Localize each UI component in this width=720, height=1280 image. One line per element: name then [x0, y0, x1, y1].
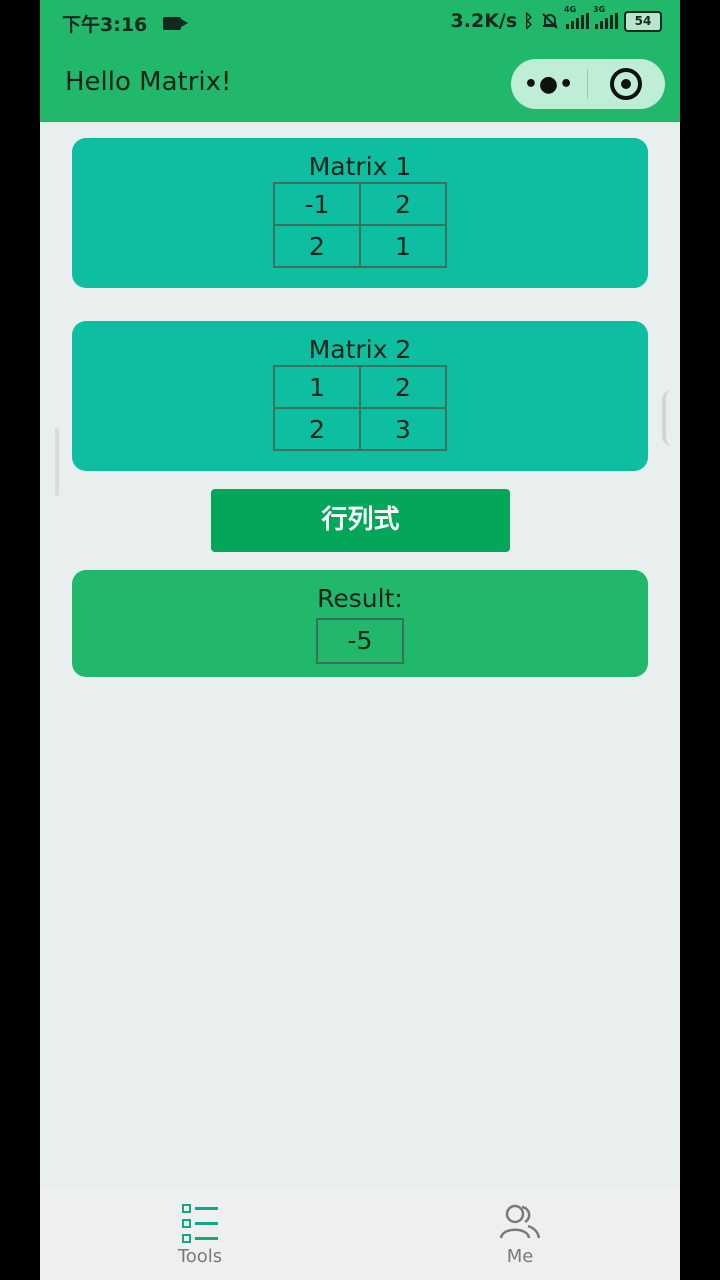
phone-screen: 下午3:16 3.2K/s ᛒ 4G 3G 54 Hello Matrix! •…: [40, 0, 680, 1280]
network-type-1: 4G: [564, 5, 577, 14]
tab-tools-label: Tools: [177, 1246, 223, 1267]
status-time: 下午3:16: [62, 14, 148, 36]
status-bar: 下午3:16 3.2K/s ᛒ 4G 3G 54: [40, 0, 680, 44]
people-icon: [499, 1204, 541, 1239]
determinant-button[interactable]: 行列式: [211, 489, 510, 552]
edge-swipe-handle[interactable]: [662, 390, 676, 446]
matrix-1-card: Matrix 1 -1 2 2 1: [72, 138, 648, 288]
mini-program-capsule: •●•: [511, 59, 665, 109]
network-speed: 3.2K/s: [450, 10, 518, 32]
matrix-1-cell[interactable]: 1: [359, 224, 447, 268]
matrix-2-cell[interactable]: 3: [359, 407, 447, 451]
matrix-1-table: -1 2 2 1: [273, 182, 447, 268]
network-type-2: 3G: [593, 5, 606, 14]
left-scroll-indicator: [55, 428, 59, 496]
result-label: Result:: [317, 584, 403, 613]
battery-icon: 54: [624, 10, 662, 32]
matrix-2-card: Matrix 2 1 2 2 3: [72, 321, 648, 471]
bluetooth-icon: ᛒ: [523, 10, 534, 32]
matrix-2-cell[interactable]: 2: [359, 365, 447, 409]
matrix-2-cell[interactable]: 2: [273, 407, 361, 451]
tab-bar: Tools Me: [40, 1188, 680, 1280]
tab-tools[interactable]: Tools: [140, 1202, 260, 1267]
matrix-2-table: 1 2 2 3: [273, 365, 447, 451]
list-icon: [182, 1202, 218, 1243]
signal-3g-icon: 3G: [593, 5, 618, 29]
tab-me-label: Me: [506, 1246, 534, 1267]
matrix-1-cell[interactable]: 2: [359, 182, 447, 226]
matrix-2-cell[interactable]: 1: [273, 365, 361, 409]
signal-4g-icon: 4G: [564, 5, 589, 29]
nav-bar: Hello Matrix! •●•: [40, 44, 680, 122]
close-target-button[interactable]: [588, 68, 664, 100]
matrix-2-title: Matrix 2: [308, 335, 412, 364]
result-value: -5: [316, 618, 404, 664]
more-dots-icon[interactable]: •●•: [511, 72, 587, 97]
target-circle-icon: [610, 68, 642, 100]
video-camera-icon: [163, 17, 189, 30]
page-title: Hello Matrix!: [65, 67, 232, 97]
tab-me[interactable]: Me: [460, 1202, 580, 1267]
mute-bell-icon: [542, 13, 558, 29]
matrix-1-cell[interactable]: -1: [273, 182, 361, 226]
matrix-1-title: Matrix 1: [308, 152, 412, 181]
matrix-1-cell[interactable]: 2: [273, 224, 361, 268]
result-card: Result: -5: [72, 570, 648, 677]
